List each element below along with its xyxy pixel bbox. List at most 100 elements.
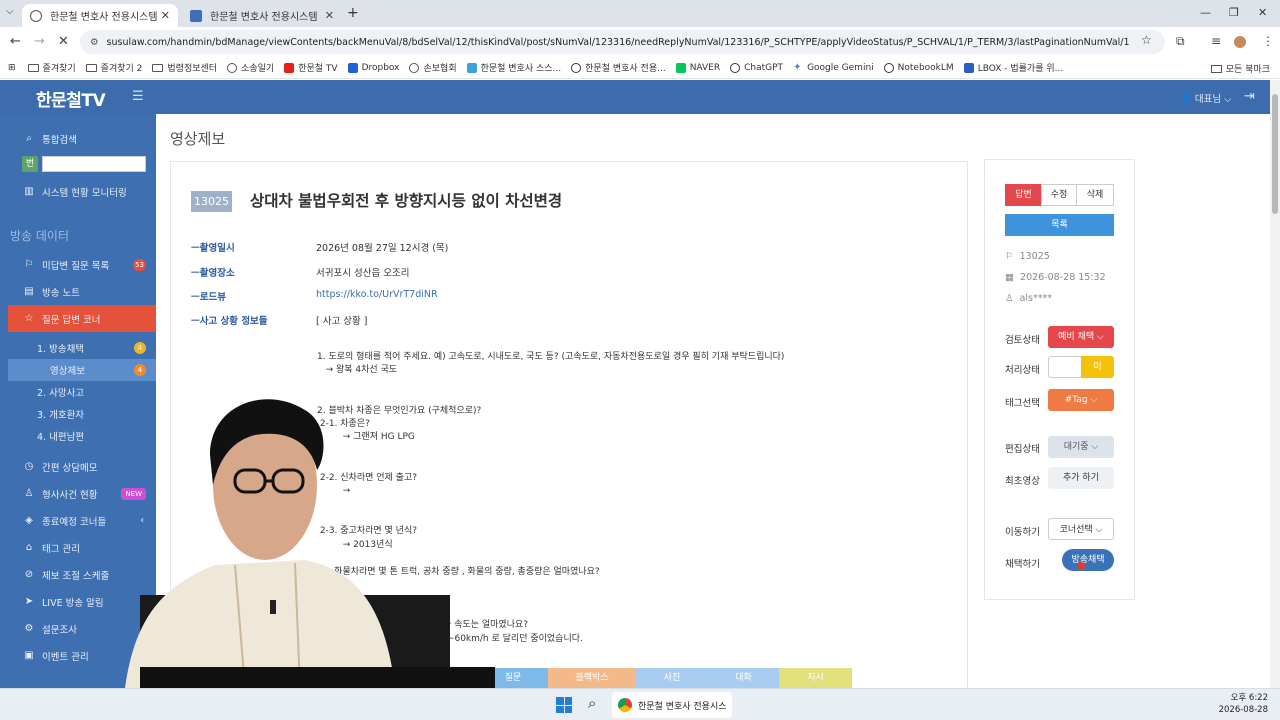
- sidebar-item-unanswered[interactable]: ⚐ 미답변 질문 목록 53: [0, 251, 156, 278]
- sidebar-item-search[interactable]: ⌕ 통합검색: [0, 125, 156, 152]
- close-icon[interactable]: ✕: [325, 9, 334, 22]
- new-tab-icon[interactable]: +: [347, 5, 359, 21]
- answer-button[interactable]: 답변: [1005, 184, 1042, 206]
- sidebar-subitem-video[interactable]: 영상제보 4: [8, 359, 156, 381]
- profile-avatar[interactable]: [1234, 36, 1246, 48]
- meta-date-value: 2026-08-28 15:32: [1020, 272, 1106, 283]
- search-icon[interactable]: ⌕: [588, 694, 596, 712]
- url-bar[interactable]: ⚙ susulaw.com/handmin/bdManage/viewConte…: [80, 30, 1165, 54]
- forward-icon[interactable]: →: [34, 34, 45, 49]
- tag-dropdown[interactable]: #Tag ⌵: [1048, 389, 1114, 411]
- tab-search-icon[interactable]: ⌵: [6, 6, 14, 17]
- taskbar-app-label: 한문철 변호사 전용시스: [638, 701, 727, 712]
- bookmark-item[interactable]: 소송일기: [227, 61, 274, 74]
- bottom-tab[interactable]: 블랙박스: [548, 668, 636, 688]
- delete-button[interactable]: 삭제: [1076, 184, 1114, 206]
- layers-icon: ◈: [25, 515, 33, 526]
- url-text: susulaw.com/handmin/bdManage/viewContent…: [106, 36, 1130, 48]
- minimize-icon[interactable]: —: [1200, 6, 1211, 19]
- search-input[interactable]: [42, 156, 146, 172]
- bookmark-item[interactable]: 법령정보센터: [152, 61, 217, 74]
- bookmark-item[interactable]: ChatGPT: [730, 62, 783, 73]
- list-button[interactable]: 목록: [1005, 214, 1114, 236]
- sidebar-item-label: 시스템 현황 모니터링: [42, 187, 127, 199]
- bookmark-item[interactable]: 한문철 변호사 스스...: [466, 61, 561, 74]
- back-icon[interactable]: ←: [10, 34, 21, 49]
- clock-icon: ◷: [24, 461, 34, 472]
- field-label: ㅡ촬영장소: [191, 268, 235, 279]
- roadview-link[interactable]: https://kko.to/UrVrT7diNR: [316, 289, 438, 300]
- sidebar-section-title: 방송 데이터: [10, 229, 70, 243]
- bookmark-item[interactable]: NotebookLM: [883, 62, 954, 73]
- site-info-icon[interactable]: ⚙: [90, 37, 99, 48]
- system-clock[interactable]: 오후 6:22 2026-08-28: [1219, 692, 1268, 716]
- corner-dropdown[interactable]: 코너선택 ⌵: [1048, 518, 1114, 540]
- clock-date: 2026-08-28: [1218, 705, 1268, 715]
- bookmark-item[interactable]: LBOX - 법률가를 위...: [963, 61, 1063, 74]
- chatgpt-icon: [730, 62, 741, 73]
- sidebar-item-label: 이벤트 관리: [42, 651, 89, 663]
- window-close-icon[interactable]: ✕: [1258, 6, 1267, 19]
- naver-icon: [675, 62, 686, 73]
- user-menu[interactable]: 👤 대표님 ⌵: [1180, 91, 1231, 105]
- user-icon: 👤: [1180, 94, 1192, 105]
- scrollbar-thumb[interactable]: [1272, 94, 1278, 214]
- edit-button[interactable]: 수정: [1041, 184, 1077, 206]
- youtube-icon: [284, 62, 295, 73]
- logout-icon[interactable]: ⇥: [1244, 89, 1255, 104]
- bookmark-item[interactable]: 한문철 변호사 전용...: [571, 61, 666, 74]
- post-id-badge: 13025: [191, 191, 232, 212]
- browser-tabstrip: ⌵ 한문철 변호사 전용시스템 ✕ 한문철 변호사 전용시스템 ✕ + — ❐ …: [0, 0, 1280, 27]
- bookmark-item[interactable]: NAVER: [675, 62, 721, 73]
- sidebar-item-qa[interactable]: ☆ 질문 답변 코너: [8, 305, 156, 332]
- process-toggle-on[interactable]: 미: [1081, 356, 1114, 378]
- bottom-tab[interactable]: 지시: [779, 668, 852, 688]
- bookmark-item[interactable]: ✦ Google Gemini: [793, 61, 874, 73]
- bookmark-item[interactable]: 손보협회: [409, 61, 457, 74]
- sidebar-item-monitor[interactable]: ▥ 시스템 현황 모니터링: [0, 178, 156, 205]
- bookmark-item[interactable]: 즐겨찾기 2: [85, 61, 142, 74]
- body-line: 1. 도로의 형태를 적어 주세요. 예) 고속도로, 시내도로, 국도 등? …: [317, 352, 785, 362]
- field-label: ㅡ사고 상황 정보들: [191, 316, 268, 327]
- app-logo[interactable]: 한문철TV: [36, 86, 106, 111]
- bookmark-item[interactable]: 한문철 TV: [284, 61, 338, 74]
- sidebar-item-notes[interactable]: ▤ 방송 노트: [0, 278, 156, 305]
- sidebar-subitem-broadcast[interactable]: 1. 방송채택 4: [8, 337, 156, 359]
- search-type-tag[interactable]: 번: [22, 156, 38, 172]
- browser-tab-active[interactable]: 한문철 변호사 전용시스템 ✕: [22, 4, 178, 27]
- adopt-button[interactable]: 방송채택: [1062, 549, 1114, 571]
- restore-icon[interactable]: ❐: [1229, 6, 1239, 19]
- book-icon: ▤: [24, 286, 34, 297]
- sidebar-item-label: 태그 관리: [42, 543, 80, 555]
- menu-dots-icon[interactable]: ⋮: [1262, 34, 1274, 48]
- add-video-button[interactable]: 추가 하기: [1048, 467, 1114, 489]
- taskbar-app-chrome[interactable]: 한문철 변호사 전용시스: [612, 692, 732, 718]
- folder-icon: [1210, 64, 1222, 73]
- bookmark-item[interactable]: 즐겨찾기: [27, 61, 76, 74]
- browser-tab[interactable]: 한문철 변호사 전용시스템 ✕: [182, 4, 342, 27]
- meta-user: ♙ als****: [1005, 293, 1052, 304]
- page-scrollbar[interactable]: [1270, 80, 1280, 688]
- hamburger-icon[interactable]: ☰: [132, 89, 144, 104]
- process-toggle-off[interactable]: [1048, 356, 1082, 378]
- bottom-tab[interactable]: 사진: [636, 668, 708, 688]
- sidebar-item-label: 4. 내편남편: [37, 432, 85, 443]
- bookmark-label: NAVER: [689, 62, 721, 73]
- gemini-icon: ✦: [793, 61, 802, 73]
- bookmark-item[interactable]: Dropbox: [347, 62, 399, 73]
- media-icon[interactable]: ≡: [1211, 34, 1221, 48]
- close-icon[interactable]: ✕: [161, 9, 170, 22]
- star-icon: ☆: [24, 313, 34, 324]
- review-dropdown[interactable]: 예비 채택 ⌵: [1048, 326, 1114, 348]
- sidebar-item-label: 통합검색: [42, 134, 77, 146]
- bottom-tab[interactable]: 대화: [708, 668, 779, 688]
- windows-start-icon[interactable]: [556, 697, 572, 713]
- stop-icon[interactable]: ✕: [58, 34, 69, 49]
- editstate-dropdown[interactable]: 대기중 ⌵: [1048, 436, 1114, 458]
- apps-grid-icon[interactable]: ⊞: [8, 63, 16, 73]
- all-bookmarks[interactable]: 모든 북마크: [1210, 62, 1270, 75]
- extensions-icon[interactable]: ⧉: [1176, 34, 1185, 49]
- bookmark-star-icon[interactable]: ☆: [1141, 33, 1152, 47]
- sidebar-item-label: 간편 상담메모: [42, 462, 98, 474]
- globe-icon: [409, 62, 420, 73]
